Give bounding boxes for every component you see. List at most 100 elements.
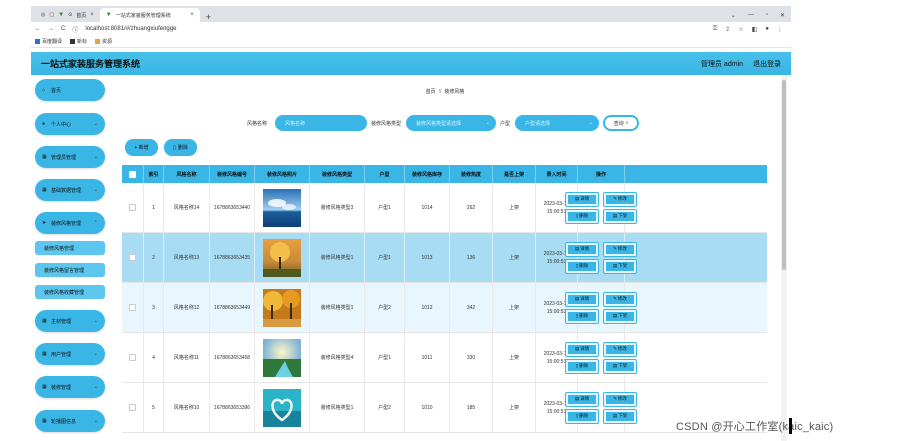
off-shelf-button[interactable]: ▤ 下架	[604, 259, 636, 273]
style-photo[interactable]	[263, 238, 301, 277]
sidebar-item-admins[interactable]: ▦ 管理员管理 ⌄	[35, 146, 105, 168]
style-photo[interactable]	[263, 188, 301, 227]
bookmark-item[interactable]: 百度翻译	[35, 38, 62, 45]
sidebar-item-users[interactable]: ▦ 用户管理 ⌄	[35, 343, 105, 365]
sidepanel-icon[interactable]: ◧	[752, 26, 758, 33]
off-shelf-button[interactable]: ▤ 下架	[604, 209, 636, 223]
maximize-button[interactable]: ▫	[766, 12, 768, 18]
edit-button[interactable]: ✎ 修改	[604, 192, 636, 206]
checkbox[interactable]	[129, 354, 136, 361]
forward-icon[interactable]: →	[48, 26, 54, 32]
delete-row-button[interactable]: ▯ 删除	[566, 309, 598, 323]
browser-tab-active[interactable]: ▼ 一站式家装服务管理系统 ×	[99, 8, 200, 22]
add-button[interactable]: + 新增	[125, 139, 158, 156]
chevron-down-icon: ⌄	[93, 154, 98, 160]
header-user-area: 管理员 admin 退出登录	[701, 59, 781, 69]
header-select-all[interactable]	[122, 165, 144, 183]
off-shelf-button[interactable]: ▤ 下架	[604, 409, 636, 423]
checkbox[interactable]	[129, 304, 136, 311]
checkbox[interactable]	[129, 170, 136, 178]
reload-icon[interactable]: C	[61, 26, 65, 32]
back-icon[interactable]: ←	[35, 26, 41, 32]
bookmark-item[interactable]: 新标	[70, 38, 87, 45]
edit-button[interactable]: ✎ 修改	[604, 242, 636, 256]
sidebar-item-carousel[interactable]: ▦ 轮播图信息 ⌄	[35, 410, 105, 432]
breadcrumb-home[interactable]: 首页	[426, 89, 436, 95]
delete-button[interactable]: ▯ 删除	[164, 139, 197, 156]
type-select[interactable]: 装修风格类型请选择 ⌄	[406, 115, 496, 131]
edit-button[interactable]: ✎ 修改	[604, 342, 636, 356]
delete-row-button[interactable]: ▯ 删除	[566, 259, 598, 273]
checkbox[interactable]	[129, 404, 136, 411]
sidebar-item-materials[interactable]: ▦ 主材管理 ⌄	[35, 310, 105, 332]
row-select-cell[interactable]	[122, 283, 144, 332]
close-icon[interactable]: ×	[90, 12, 94, 18]
minimize-button[interactable]: —	[748, 12, 754, 18]
sidebar-subitem-favorites[interactable]: 装修风格收藏管理	[35, 285, 105, 299]
off-shelf-button[interactable]: ▤ 下架	[604, 309, 636, 323]
url-field[interactable]: localhost:8081/#/zhuangxiufengge	[85, 26, 176, 32]
sidebar-item-basedata[interactable]: ▦ 基础数据管理 ⌄	[35, 179, 105, 201]
huxing-select[interactable]: 户型请选择 ⌄	[515, 115, 599, 131]
delete-row-button[interactable]: ▯ 删除	[566, 359, 598, 373]
checkbox[interactable]	[129, 254, 136, 261]
code-text: 1678863653396	[213, 404, 251, 411]
profile-icon[interactable]: ●	[765, 26, 769, 33]
search-icon: ⌕	[625, 120, 629, 126]
browser-tab[interactable]: ◎ ▢ ▼ ⊙ 首页 ×	[35, 8, 100, 22]
sidebar-item-style[interactable]: ➤ 装修风格管理 ⌃	[35, 212, 105, 234]
sidebar-subitem-comments[interactable]: 装修风格留言管理	[35, 263, 105, 277]
huxing-placeholder: 户型请选择	[525, 120, 551, 127]
delete-row-button[interactable]: ▯ 删除	[566, 209, 598, 223]
table-row[interactable]: 1 风格名称14 1678863653440 装修风格类型3 户型1 1014 262 上架 2…	[122, 183, 767, 233]
edit-button[interactable]: ✎ 修改	[604, 392, 636, 406]
sidebar-item-home[interactable]: ⌂ 首页	[35, 79, 105, 101]
name-input[interactable]: 风格名称	[275, 115, 367, 131]
table-header: 索引 风格名称 装修风格编号 装修风格照片 装修风格类型 户型 装修风格库存 装…	[122, 165, 767, 183]
cell-huxing: 户型2	[365, 383, 405, 432]
cell-heat: 185	[450, 383, 493, 432]
cell-status: 上架	[493, 383, 536, 432]
detail-button[interactable]: ▤ 详情	[566, 342, 598, 356]
key-icon[interactable]: ⚿	[713, 26, 718, 33]
cell-operations: ▤ 详情 ✎ 修改 ▯ 删除 ▤ 下架	[566, 283, 636, 332]
bookmark-item[interactable]: 资源	[95, 38, 112, 45]
search-button[interactable]: 查询 ⌕	[603, 115, 639, 131]
bookmark-label: 资源	[102, 39, 113, 45]
edit-button[interactable]: ✎ 修改	[604, 292, 636, 306]
share-icon[interactable]: ⇪	[725, 26, 730, 33]
sidebar-item-renovation[interactable]: ▦ 装修管理 ⌄	[35, 376, 105, 398]
style-photo[interactable]	[263, 388, 301, 427]
more-icon[interactable]: ⋮	[777, 26, 783, 33]
style-photo[interactable]	[263, 338, 301, 377]
detail-button[interactable]: ▤ 详情	[566, 292, 598, 306]
detail-button[interactable]: ▤ 详情	[566, 242, 598, 256]
table-row[interactable]: 2 风格名称13 1678863653435 装修风格类型1 户型1 1013 136 上架 2…	[122, 233, 767, 283]
style-photo[interactable]	[263, 288, 301, 327]
row-select-cell[interactable]	[122, 183, 144, 232]
sidebar-subitem-style[interactable]: 装修风格管理	[35, 241, 105, 255]
row-select-cell[interactable]	[122, 383, 144, 432]
row-select-cell[interactable]	[122, 333, 144, 382]
watermark: CSDN @开心工作室(kaic_kaic)	[676, 421, 834, 433]
close-icon[interactable]: ×	[190, 12, 194, 18]
table-row[interactable]: 4 风格名称11 1678863653458 装修风格类型4 户型1 1011 330 上架 2…	[122, 333, 767, 383]
off-shelf-button[interactable]: ▤ 下架	[604, 359, 636, 373]
new-tab-button[interactable]: +	[206, 12, 211, 22]
checkbox[interactable]	[129, 204, 136, 211]
star-icon[interactable]: ☆	[738, 26, 743, 33]
edit-button-label: 修改	[617, 246, 627, 251]
chevron-down-icon[interactable]: ⌄	[731, 12, 736, 19]
row-select-cell[interactable]	[122, 233, 144, 282]
close-window-button[interactable]: ✕	[780, 12, 785, 19]
scrollbar-thumb[interactable]	[782, 80, 786, 270]
table-row[interactable]: 5 风格名称10 1678863653396 装修风格类型1 户型2 1010 185 上架 2…	[122, 383, 767, 433]
table-row[interactable]: 3 风格名称12 1678863653449 装修风格类型1 户型2 1012 342 上架 2…	[122, 283, 767, 333]
delete-row-button[interactable]: ▯ 删除	[566, 409, 598, 423]
sidebar-item-profile[interactable]: ● 个人中心 ⌄	[35, 113, 105, 135]
logout-link[interactable]: 退出登录	[753, 59, 781, 69]
detail-button[interactable]: ▤ 详情	[566, 192, 598, 206]
cell-photo	[255, 383, 310, 432]
detail-button[interactable]: ▤ 详情	[566, 392, 598, 406]
cell-stock: 1012	[405, 283, 450, 332]
